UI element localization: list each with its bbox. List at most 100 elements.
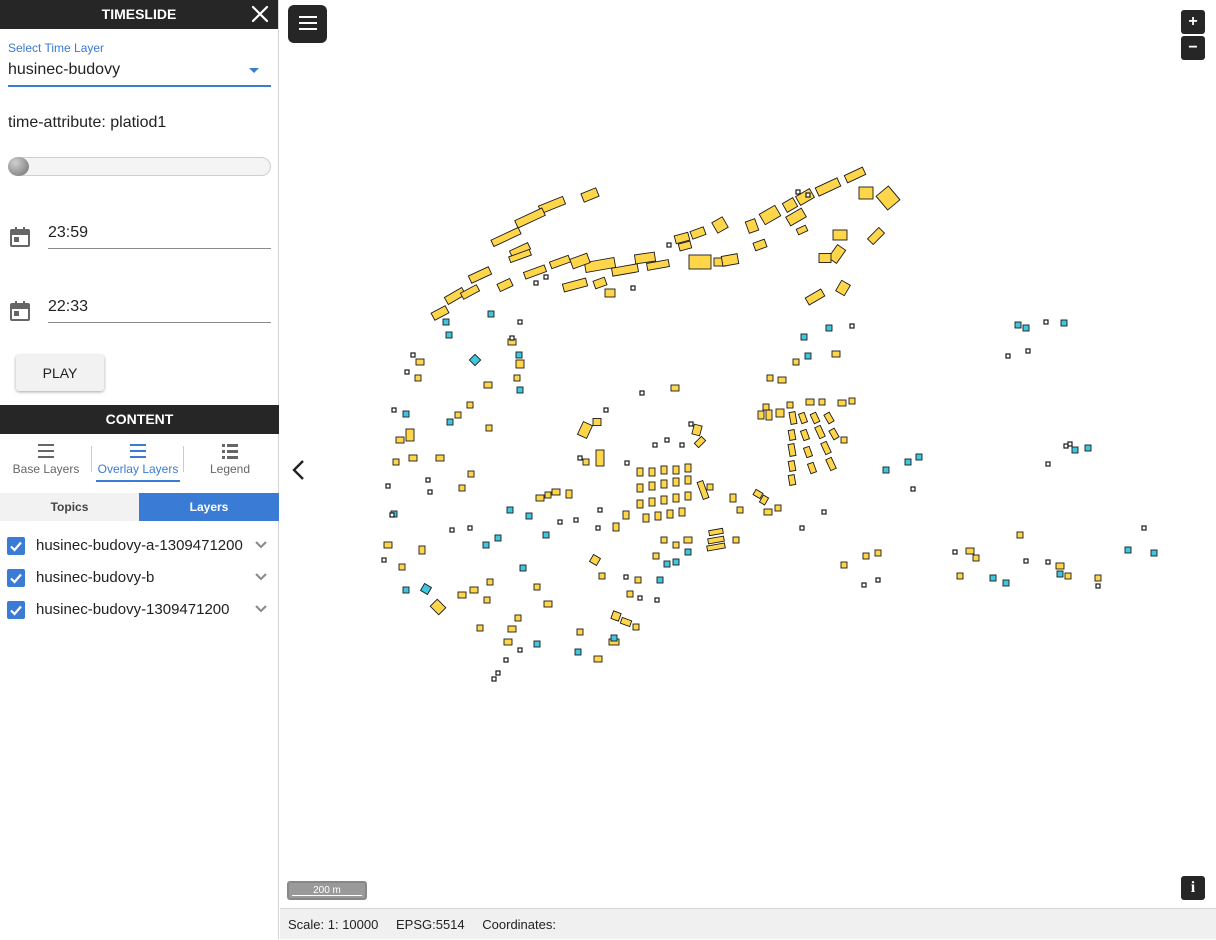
map-building[interactable] (561, 277, 589, 293)
map-building[interactable] (593, 655, 603, 663)
end-date-input[interactable]: 22:33 (48, 291, 271, 323)
map-building[interactable] (486, 578, 494, 586)
map-building[interactable] (648, 497, 656, 507)
map-building[interactable] (672, 493, 680, 503)
map-building[interactable] (535, 494, 545, 502)
map-building[interactable] (467, 266, 493, 284)
map-feature-small[interactable] (684, 548, 692, 556)
map-feature-small[interactable] (663, 560, 671, 568)
map-building[interactable] (544, 491, 552, 499)
map-building[interactable] (576, 628, 584, 636)
layer-checkbox[interactable] (7, 537, 25, 555)
map-building[interactable] (565, 489, 573, 499)
map-view[interactable]: + − 200 m i Scale: 1: 10000 EPSG:5514 Co… (280, 0, 1216, 939)
map-building[interactable] (597, 507, 603, 513)
map-building[interactable] (454, 411, 462, 419)
map-building[interactable] (799, 428, 811, 442)
map-building[interactable] (398, 563, 406, 571)
map-building[interactable] (787, 429, 797, 441)
map-building[interactable] (720, 253, 740, 267)
map-building[interactable] (634, 576, 642, 584)
map-building[interactable] (430, 305, 450, 321)
map-building[interactable] (467, 470, 475, 478)
map-building[interactable] (849, 323, 855, 329)
map-building[interactable] (840, 436, 848, 444)
map-feature-small[interactable] (656, 576, 664, 584)
play-button[interactable]: PLAY (16, 355, 104, 391)
map-building[interactable] (619, 616, 633, 628)
map-building[interactable] (457, 591, 467, 599)
map-feature-small[interactable] (904, 458, 912, 466)
map-feature-small[interactable] (519, 564, 527, 572)
map-building[interactable] (684, 463, 692, 473)
map-building[interactable] (483, 596, 491, 604)
map-feature-small[interactable] (525, 512, 533, 520)
map-building[interactable] (795, 224, 809, 236)
map-building[interactable] (577, 455, 583, 461)
map-building[interactable] (1067, 441, 1073, 447)
map-building[interactable] (642, 513, 650, 523)
map-building[interactable] (522, 264, 548, 280)
tab-base-layers[interactable]: Base Layers (0, 434, 92, 484)
zoom-out-button[interactable]: − (1181, 36, 1205, 60)
map-building[interactable] (543, 600, 553, 608)
chevron-down-icon[interactable] (254, 572, 268, 582)
map-building[interactable] (557, 519, 563, 525)
map-building[interactable] (410, 352, 416, 358)
map-building[interactable] (548, 254, 572, 270)
map-feature-small[interactable] (402, 586, 410, 594)
map-building[interactable] (414, 374, 422, 382)
map-feature-small[interactable] (515, 351, 523, 359)
map-feature-small[interactable] (882, 466, 890, 474)
subtab-layers[interactable]: Layers (139, 493, 279, 521)
map-building[interactable] (1045, 461, 1051, 467)
map-building[interactable] (775, 408, 785, 418)
map-feature-small[interactable] (445, 331, 453, 339)
map-building[interactable] (622, 510, 630, 520)
map-building[interactable] (672, 541, 680, 549)
map-building[interactable] (678, 507, 686, 517)
map-building[interactable] (551, 488, 561, 496)
map-building[interactable] (391, 407, 397, 413)
map-building[interactable] (799, 525, 805, 531)
map-building[interactable] (689, 226, 707, 240)
map-building[interactable] (1025, 348, 1031, 354)
map-building[interactable] (814, 177, 842, 197)
map-building[interactable] (787, 460, 797, 472)
map-building[interactable] (858, 186, 874, 200)
map-building[interactable] (435, 454, 445, 462)
time-layer-select[interactable]: husinec-budovy (8, 59, 271, 87)
map-building[interactable] (604, 288, 616, 298)
map-building[interactable] (576, 420, 594, 440)
map-building[interactable] (825, 456, 837, 472)
map-building[interactable] (684, 475, 692, 485)
map-building[interactable] (910, 486, 916, 492)
map-building[interactable] (972, 554, 980, 562)
map-building[interactable] (802, 445, 814, 459)
map-building[interactable] (762, 403, 770, 411)
map-building[interactable] (595, 449, 605, 467)
map-building[interactable] (1023, 558, 1029, 564)
map-feature-small[interactable] (446, 418, 454, 426)
map-building[interactable] (507, 625, 517, 633)
map-building[interactable] (952, 549, 958, 555)
map-building[interactable] (1016, 531, 1024, 539)
map-building[interactable] (736, 506, 744, 514)
map-building[interactable] (598, 572, 606, 580)
map-building[interactable] (805, 398, 815, 406)
map-building[interactable] (729, 493, 737, 503)
map-building[interactable] (848, 397, 856, 405)
map-building[interactable] (804, 288, 826, 306)
map-building[interactable] (660, 495, 668, 505)
map-building[interactable] (672, 477, 680, 487)
map-building[interactable] (837, 399, 847, 407)
map-building[interactable] (774, 504, 782, 512)
map-building[interactable] (818, 398, 826, 406)
map-building[interactable] (408, 454, 418, 462)
map-building[interactable] (818, 253, 832, 263)
map-building[interactable] (514, 207, 546, 229)
calendar-icon[interactable] (9, 226, 31, 248)
map-building[interactable] (517, 647, 523, 653)
map-feature-small[interactable] (516, 386, 524, 394)
map-building[interactable] (648, 481, 656, 491)
